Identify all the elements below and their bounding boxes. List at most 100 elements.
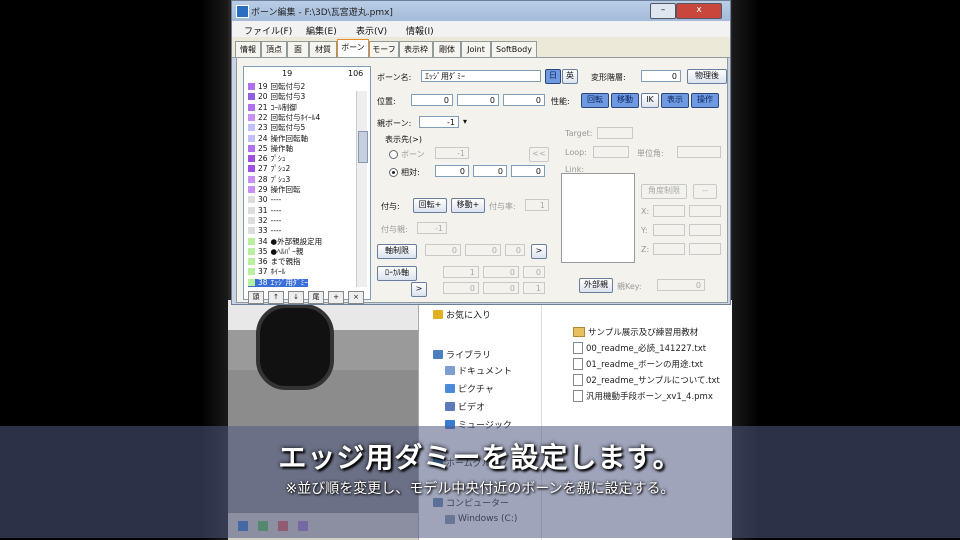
menu-view[interactable]: 表示(V) <box>356 24 387 37</box>
nav-item[interactable]: ピクチャ <box>445 382 494 395</box>
tab-rigid-body[interactable]: 剛体 <box>433 41 461 57</box>
bone-list-item[interactable]: 25 操作軸 <box>248 144 293 153</box>
perf-operate-button[interactable]: 操作 <box>691 93 719 108</box>
grant-parent-input[interactable]: -1 <box>417 222 447 234</box>
grant-rate-input[interactable]: 1 <box>525 199 549 211</box>
tab-softbody[interactable]: SoftBody <box>491 41 537 57</box>
nav-item[interactable]: ドキュメント <box>445 364 512 377</box>
bone-list-item[interactable]: 20 回転付与3 <box>248 93 305 101</box>
angle-limit-extra-button[interactable]: -- <box>693 184 717 199</box>
ik-loop-input[interactable] <box>593 146 629 158</box>
local-axis2-z-input[interactable]: 1 <box>523 282 545 294</box>
list-up-button[interactable]: ↑ <box>268 291 284 304</box>
dest-offset-z-input[interactable]: 0 <box>511 165 545 177</box>
minimize-button[interactable]: – <box>650 3 676 19</box>
close-button[interactable]: x <box>676 3 722 19</box>
local-axis-apply-button[interactable]: > <box>411 282 427 297</box>
bone-list-item[interactable]: 32 ---- <box>248 216 281 225</box>
parent-dropdown-icon[interactable]: ▾ <box>463 117 467 126</box>
bone-list-item[interactable]: 37 ﾎｲｰﾙ <box>248 268 286 276</box>
axis-z-input[interactable]: 0 <box>505 244 525 256</box>
bone-list-item[interactable]: 29 操作回転 <box>248 185 301 194</box>
limit-y-max-input[interactable] <box>689 224 721 236</box>
tab-joint[interactable]: Joint <box>461 41 491 57</box>
file-list-item[interactable]: サンプル展示及び練習用教材 <box>573 326 698 338</box>
axis-x-input[interactable]: 0 <box>425 244 461 256</box>
dest-offset-x-input[interactable]: 0 <box>435 165 469 177</box>
dest-bone-radio[interactable] <box>389 150 398 159</box>
position-z-input[interactable]: 0 <box>503 94 545 106</box>
axis-y-input[interactable]: 0 <box>465 244 501 256</box>
menu-file[interactable]: ファイル(F) <box>244 24 292 37</box>
grant-move-button[interactable]: 移動+ <box>451 198 485 213</box>
bone-list-scroll-thumb[interactable] <box>358 131 368 163</box>
bone-list-item[interactable]: 33 ---- <box>248 227 281 235</box>
limit-z-min-input[interactable] <box>653 243 685 255</box>
angle-limit-button[interactable]: 角度制限 <box>641 184 687 199</box>
list-head-button[interactable]: 頭 <box>248 291 264 304</box>
name-en-button[interactable]: 英 <box>562 69 578 84</box>
tab-material[interactable]: 材質 <box>309 41 337 57</box>
local-axis-y-input[interactable]: 0 <box>483 266 519 278</box>
bone-list-item[interactable]: 24 操作回転軸 <box>248 134 308 143</box>
parent-bone-input[interactable]: -1 <box>419 116 459 128</box>
perf-rotate-button[interactable]: 回転 <box>581 93 609 108</box>
position-y-input[interactable]: 0 <box>457 94 499 106</box>
bone-list-item[interactable]: 31 ---- <box>248 206 281 215</box>
perf-display-button[interactable]: 表示 <box>661 93 689 108</box>
file-list-item[interactable]: 02_readme_サンプルについて.txt <box>573 374 720 386</box>
tab-face[interactable]: 面 <box>287 41 309 57</box>
list-add-button[interactable]: + <box>328 291 344 304</box>
external-parent-button[interactable]: 外部親 <box>579 278 613 293</box>
external-key-input[interactable]: 0 <box>657 279 705 291</box>
bone-list-item[interactable]: 34 ●外部親設定用 <box>248 237 322 246</box>
bone-list-item[interactable]: 30 ---- <box>248 196 281 204</box>
dest-offset-radio[interactable] <box>389 168 398 177</box>
nav-item[interactable]: お気に入り <box>433 308 491 321</box>
tab-morph[interactable]: モーフ <box>369 41 399 57</box>
list-tail-button[interactable]: 尾 <box>308 291 324 304</box>
bone-list-item[interactable]: 22 回転付与ﾎｲｰﾙ4 <box>248 113 320 122</box>
file-list-item[interactable]: 01_readme_ボーンの用途.txt <box>573 358 703 370</box>
bone-list-item[interactable]: 23 回転付与5 <box>248 124 305 132</box>
local-axis-z-input[interactable]: 0 <box>523 266 545 278</box>
dest-offset-y-input[interactable]: 0 <box>473 165 507 177</box>
nav-item[interactable]: ライブラリ <box>433 348 491 361</box>
bone-list-item[interactable]: 26 ﾌﾟｼｭ <box>248 154 286 163</box>
ik-target-input[interactable] <box>597 127 633 139</box>
bone-list-item[interactable]: 28 ﾌﾟｼｭ3 <box>248 175 290 184</box>
tab-vertex[interactable]: 頂点 <box>261 41 287 57</box>
axis-apply-button[interactable]: > <box>531 244 547 259</box>
dest-bone-pick-button[interactable]: << <box>529 147 549 162</box>
limit-x-min-input[interactable] <box>653 205 685 217</box>
local-axis-x-input[interactable]: 1 <box>443 266 479 278</box>
tab-display-frame[interactable]: 表示枠 <box>399 41 433 57</box>
list-delete-button[interactable]: × <box>348 291 364 304</box>
local-axis-button[interactable]: ﾛｰｶﾙ軸 <box>377 266 417 281</box>
file-list-item[interactable]: 汎用機動手段ボーン_xv1_4.pmx <box>573 390 713 402</box>
bone-list-item[interactable]: 19 回転付与2 <box>248 82 305 91</box>
menu-info[interactable]: 情報(I) <box>406 24 434 37</box>
tab-info[interactable]: 情報 <box>235 41 261 57</box>
file-list-item[interactable]: 00_readme_必読_141227.txt <box>573 342 706 354</box>
ik-link-list[interactable] <box>561 173 635 263</box>
bone-list-scrollbar[interactable] <box>356 91 368 287</box>
perf-ik-button[interactable]: IK <box>641 93 659 108</box>
limit-x-max-input[interactable] <box>689 205 721 217</box>
local-axis2-y-input[interactable]: 0 <box>483 282 519 294</box>
layer-input[interactable]: 0 <box>641 70 681 82</box>
grant-rotate-button[interactable]: 回転+ <box>413 198 447 213</box>
title-bar[interactable]: ボーン編集 - F:\3D\瓦宮遊丸.pmx] – x <box>232 1 730 21</box>
limit-z-max-input[interactable] <box>689 243 721 255</box>
menu-edit[interactable]: 編集(E) <box>306 24 337 37</box>
limit-y-min-input[interactable] <box>653 224 685 236</box>
bone-list-item[interactable]: 38 ｴｯｼﾞ用ﾀﾞﾐｰ <box>248 278 309 287</box>
name-jp-button[interactable]: 日 <box>545 69 561 84</box>
ik-angle-input[interactable] <box>677 146 721 158</box>
axis-fix-button[interactable]: 軸制限 <box>377 244 417 259</box>
local-axis2-x-input[interactable]: 0 <box>443 282 479 294</box>
bone-list[interactable]: 19 106 19 回転付与2 20 回転付与3 21 ｺｰﾙ制御 22 回転付与ﾎｲｰﾙ4 2… <box>243 66 371 304</box>
perf-move-button[interactable]: 移動 <box>611 93 639 108</box>
bone-list-item[interactable]: 35 ●ﾍﾙﾊﾟｰ親 <box>248 247 303 256</box>
physics-after-button[interactable]: 物理後 <box>687 69 727 84</box>
